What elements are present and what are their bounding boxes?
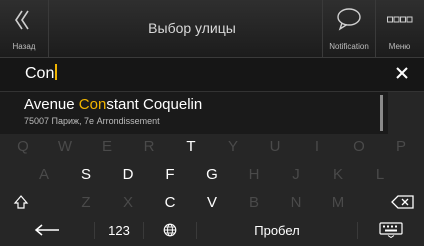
globe-icon bbox=[163, 223, 177, 237]
keyboard-row-bottom: 123 Пробел bbox=[0, 220, 424, 241]
key-k[interactable]: K bbox=[317, 164, 359, 185]
header-bar: Назад Выбор улицы Notification Меню bbox=[0, 0, 424, 58]
space-key[interactable]: Пробел bbox=[197, 220, 357, 241]
shift-key[interactable] bbox=[0, 192, 42, 213]
backspace-key[interactable] bbox=[382, 192, 424, 213]
key-a[interactable]: A bbox=[23, 164, 65, 185]
key-z[interactable]: Z bbox=[65, 192, 107, 213]
key-n[interactable]: N bbox=[275, 192, 317, 213]
key-l[interactable]: L bbox=[359, 164, 401, 185]
key-s[interactable]: S bbox=[65, 164, 107, 185]
scrollbar[interactable] bbox=[380, 95, 383, 131]
arrow-left-icon bbox=[34, 224, 59, 236]
speech-bubble-icon bbox=[337, 8, 361, 31]
clear-icon[interactable] bbox=[392, 63, 412, 83]
key-q[interactable]: Q bbox=[2, 136, 44, 157]
language-key[interactable] bbox=[144, 220, 196, 241]
menu-label: Меню bbox=[388, 42, 411, 51]
keyboard-row-1: QWERTYUIOP bbox=[0, 136, 424, 157]
search-input[interactable]: Con bbox=[25, 62, 58, 86]
key-o[interactable]: O bbox=[338, 136, 380, 157]
suggestion-street: Avenue Constant Coquelin bbox=[24, 96, 202, 113]
notification-label: Notification bbox=[329, 42, 369, 51]
key-m[interactable]: M bbox=[317, 192, 359, 213]
suggestion-match: Con bbox=[78, 96, 107, 113]
page-title: Выбор улицы bbox=[148, 20, 236, 36]
menu-button[interactable]: Меню bbox=[375, 0, 424, 57]
key-i[interactable]: I bbox=[296, 136, 338, 157]
back-label: Назад bbox=[12, 42, 36, 51]
key-c[interactable]: C bbox=[149, 192, 191, 213]
shift-icon bbox=[13, 195, 29, 209]
search-input-value: Con bbox=[25, 65, 55, 82]
scroll-track bbox=[388, 92, 424, 134]
notification-button[interactable]: Notification bbox=[322, 0, 376, 57]
key-j[interactable]: J bbox=[275, 164, 317, 185]
suggestion-city: 75007 Париж, 7е Arrondissement bbox=[24, 116, 160, 126]
numbers-key[interactable]: 123 bbox=[95, 220, 143, 241]
key-x[interactable]: X bbox=[107, 192, 149, 213]
keyboard-toggle-key[interactable] bbox=[358, 220, 424, 241]
menu-grid-icon bbox=[387, 16, 413, 23]
keyboard-icon bbox=[379, 222, 403, 239]
key-b[interactable]: B bbox=[233, 192, 275, 213]
keyboard-row-2: ASDFGHJKL bbox=[0, 164, 424, 185]
text-cursor bbox=[55, 64, 58, 80]
key-p[interactable]: P bbox=[380, 136, 422, 157]
backspace-icon bbox=[391, 195, 414, 209]
key-v[interactable]: V bbox=[191, 192, 233, 213]
key-d[interactable]: D bbox=[107, 164, 149, 185]
keyboard: QWERTYUIOP ASDFGHJKL ZXCVBNM 123 Пробел bbox=[0, 134, 424, 246]
key-e[interactable]: E bbox=[86, 136, 128, 157]
key-y[interactable]: Y bbox=[212, 136, 254, 157]
key-t[interactable]: T bbox=[170, 136, 212, 157]
key-u[interactable]: U bbox=[254, 136, 296, 157]
back-button[interactable]: Назад bbox=[0, 0, 49, 57]
search-bar: Con bbox=[0, 58, 424, 92]
key-r[interactable]: R bbox=[128, 136, 170, 157]
suggestion-item[interactable]: Avenue Constant Coquelin 75007 Париж, 7е… bbox=[0, 92, 388, 134]
key-w[interactable]: W bbox=[44, 136, 86, 157]
keyboard-row-3: ZXCVBNM bbox=[0, 192, 424, 213]
key-h[interactable]: H bbox=[233, 164, 275, 185]
back-arrow-key[interactable] bbox=[0, 220, 94, 241]
suggestion-suffix: stant Coquelin bbox=[106, 96, 203, 113]
key-g[interactable]: G bbox=[191, 164, 233, 185]
suggestion-prefix: Avenue bbox=[24, 96, 79, 113]
key-f[interactable]: F bbox=[149, 164, 191, 185]
double-chevron-left-icon bbox=[15, 10, 29, 30]
